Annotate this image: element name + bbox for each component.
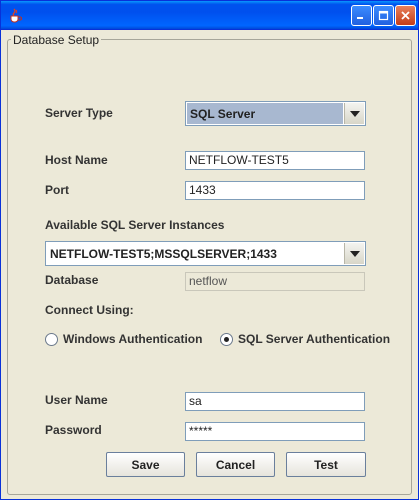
server-type-dropdown[interactable]: SQL Server [185, 101, 366, 126]
server-type-dropdown-button[interactable] [344, 103, 364, 124]
sql-auth-label: SQL Server Authentication [238, 332, 391, 346]
database-label: Database [45, 273, 99, 287]
minimize-icon [357, 17, 363, 19]
database-setup-window: Database Setup Server Type SQL Server Ho… [0, 0, 419, 500]
maximize-icon [378, 10, 389, 21]
instances-dropdown-button[interactable] [344, 243, 364, 264]
windows-auth-label: Windows Authentication [63, 332, 203, 346]
instances-label: Available SQL Server Instances [45, 218, 225, 232]
minimize-button[interactable] [351, 5, 372, 26]
password-field[interactable]: ***** [185, 422, 365, 441]
instances-dropdown[interactable]: NETFLOW-TEST5;MSSQLSERVER;1433 [45, 241, 366, 266]
port-field[interactable]: 1433 [185, 181, 365, 200]
password-label: Password [45, 423, 102, 437]
host-name-label: Host Name [45, 153, 108, 167]
chevron-down-icon [349, 110, 360, 117]
test-button[interactable]: Test [286, 452, 366, 477]
group-title: Database Setup [11, 33, 102, 47]
maximize-button[interactable] [373, 5, 394, 26]
title-bar[interactable] [1, 1, 418, 30]
server-type-label: Server Type [45, 106, 113, 120]
database-field: netflow [185, 272, 365, 291]
port-label: Port [45, 183, 69, 197]
close-button[interactable] [395, 5, 416, 26]
radio-unselected-icon [45, 332, 58, 346]
sql-auth-radio[interactable]: SQL Server Authentication [220, 332, 390, 346]
chevron-down-icon [349, 250, 360, 257]
connect-using-label: Connect Using: [45, 303, 134, 317]
instances-value: NETFLOW-TEST5;MSSQLSERVER;1433 [50, 247, 277, 261]
windows-auth-radio[interactable]: Windows Authentication [45, 332, 202, 346]
user-name-field[interactable]: sa [185, 392, 365, 411]
save-button[interactable]: Save [106, 452, 185, 477]
cancel-button[interactable]: Cancel [196, 452, 275, 477]
host-name-field[interactable]: NETFLOW-TEST5 [185, 151, 365, 170]
close-icon [401, 11, 410, 20]
radio-selected-icon [220, 332, 233, 346]
server-type-value: SQL Server [187, 103, 343, 124]
java-cup-icon [7, 7, 23, 23]
user-name-label: User Name [45, 393, 108, 407]
